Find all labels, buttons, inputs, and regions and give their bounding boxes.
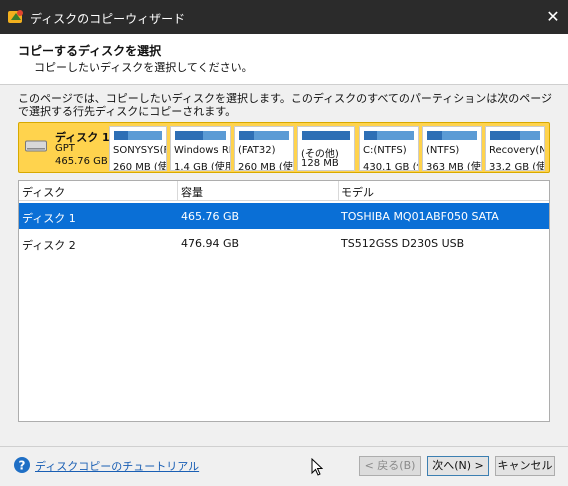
- next-button[interactable]: 次へ(N) >: [427, 456, 489, 476]
- partition-block[interactable]: Windows RE 1.4 GB (使用済み): [170, 126, 231, 171]
- page-title: コピーするディスクを選択: [18, 44, 162, 58]
- partition-size: 128 MB: [301, 158, 339, 169]
- partition-block[interactable]: (NTFS) 363 MB (使用済み): [422, 126, 482, 171]
- back-button[interactable]: < 戻る(B): [359, 456, 421, 476]
- header-divider: [0, 84, 568, 85]
- partition-usage-bar: [427, 131, 477, 140]
- partition-size: 33.2 GB (使用済み): [489, 162, 544, 171]
- partition-block[interactable]: Recovery(NTFS) 33.2 GB (使用済み): [485, 126, 545, 171]
- page-subtitle: コピーしたいディスクを選択してください。: [34, 61, 253, 74]
- disk-type: GPT: [55, 143, 75, 154]
- column-header-disk[interactable]: ディスク: [22, 184, 65, 200]
- cell-disk: ディスク 2: [22, 239, 76, 252]
- partition-block[interactable]: SONYSYS(FAT32) 260 MB (使用済み): [109, 126, 167, 171]
- table-header: ディスク 容量 モデル: [19, 181, 549, 201]
- partition-usage-bar: [364, 131, 414, 140]
- partition-size: 260 MB (使用済み): [113, 162, 167, 171]
- page-description: このページでは、コピーしたいディスクを選択します。このディスクのすべてのパーティ…: [18, 92, 553, 118]
- partition-usage-bar: [302, 131, 350, 140]
- table-row[interactable]: ディスク 1 465.76 GB TOSHIBA MQ01ABF050 SATA: [19, 203, 549, 229]
- partition-block[interactable]: (その他) 128 MB: [297, 126, 355, 171]
- disk-copy-wizard-window: ディスクのコピーウィザード ✕ コピーするディスクを選択 コピーしたいディスクを…: [0, 0, 568, 486]
- cell-model: TOSHIBA MQ01ABF050 SATA: [341, 210, 499, 223]
- partition-label: C:(NTFS): [363, 145, 407, 156]
- cancel-button[interactable]: キャンセル: [495, 456, 555, 476]
- partition-usage-bar: [114, 131, 162, 140]
- disk-size: 465.76 GB: [55, 156, 108, 167]
- partition-used-fill: [302, 131, 350, 140]
- help-icon[interactable]: ?: [13, 456, 31, 474]
- tutorial-link[interactable]: ディスクコピーのチュートリアル: [35, 458, 199, 474]
- partition-usage-bar: [175, 131, 226, 140]
- hard-drive-icon: [25, 140, 47, 152]
- partition-usage-bar: [239, 131, 289, 140]
- partition-label: Recovery(NTFS): [489, 145, 544, 156]
- partition-block[interactable]: C:(NTFS) 430.1 GB (使用済み): [359, 126, 419, 171]
- partition-used-fill: [175, 131, 204, 140]
- mouse-cursor-icon: [311, 458, 323, 476]
- title-bar: ディスクのコピーウィザード ✕: [0, 0, 568, 34]
- column-divider[interactable]: [338, 181, 339, 201]
- cell-capacity: 476.94 GB: [181, 237, 240, 250]
- wizard-header: コピーするディスクを選択 コピーしたいディスクを選択してください。: [0, 34, 568, 84]
- partition-size: 260 MB (使用済み): [238, 162, 293, 171]
- disk-summary: ディスク 1 GPT 465.76 GB: [21, 125, 110, 170]
- column-divider[interactable]: [177, 181, 178, 201]
- cell-capacity: 465.76 GB: [181, 210, 240, 223]
- partition-used-fill: [427, 131, 442, 140]
- window-title: ディスクのコピーウィザード: [30, 12, 186, 26]
- partition-block[interactable]: (FAT32) 260 MB (使用済み): [234, 126, 294, 171]
- close-icon[interactable]: ✕: [540, 5, 566, 29]
- partition-used-fill: [490, 131, 520, 140]
- partition-used-fill: [114, 131, 129, 140]
- svg-text:?: ?: [19, 459, 26, 473]
- partition-usage-bar: [490, 131, 540, 140]
- disk-table: ディスク 容量 モデル ディスク 1 465.76 GB TOSHIBA MQ0…: [18, 180, 550, 422]
- partition-used-fill: [364, 131, 377, 140]
- partition-label: SONYSYS(FAT32): [113, 145, 166, 156]
- partition-label: Windows RE: [174, 145, 231, 156]
- cell-model: TS512GSS D230S USB: [341, 237, 465, 250]
- partition-size: 1.4 GB (使用済み): [174, 162, 230, 171]
- disk-map[interactable]: ディスク 1 GPT 465.76 GB SONYSYS(FAT32) 260 …: [18, 122, 550, 173]
- cell-disk: ディスク 1: [22, 212, 76, 225]
- column-header-model[interactable]: モデル: [341, 184, 374, 200]
- table-row[interactable]: ディスク 2 476.94 GB TS512GSS D230S USB: [19, 230, 549, 256]
- footer-divider: [0, 446, 568, 447]
- partition-label: (NTFS): [426, 145, 460, 156]
- app-icon: [8, 10, 23, 23]
- partition-used-fill: [239, 131, 254, 140]
- partition-label: (FAT32): [238, 145, 276, 156]
- partition-size: 430.1 GB (使用済み): [363, 162, 418, 171]
- partition-size: 363 MB (使用済み): [426, 162, 481, 171]
- column-header-capacity[interactable]: 容量: [181, 184, 203, 200]
